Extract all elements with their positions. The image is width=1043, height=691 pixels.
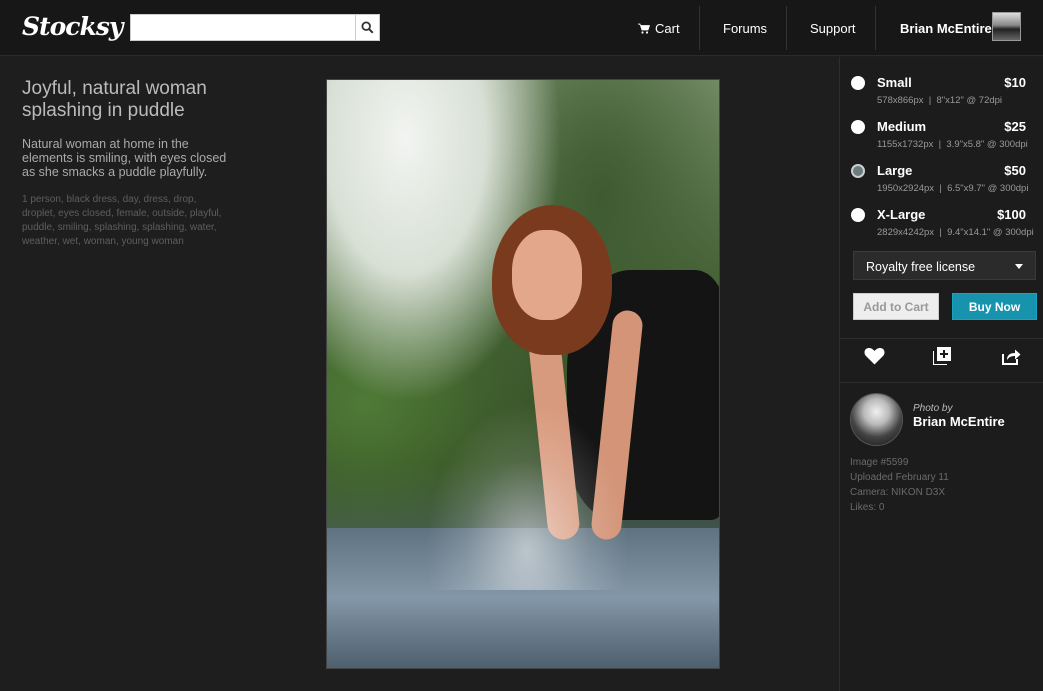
- share-icon: [1001, 349, 1020, 365]
- share-button[interactable]: [1000, 345, 1022, 367]
- buy-now-button[interactable]: Buy Now: [952, 293, 1037, 320]
- image-number: Image #5599: [850, 457, 909, 468]
- size-name: Large: [877, 163, 913, 178]
- add-to-collection-button[interactable]: [931, 345, 953, 367]
- main-photo[interactable]: [326, 79, 720, 669]
- nav-support[interactable]: Support: [810, 6, 856, 50]
- divider: [840, 338, 1043, 339]
- user-avatar[interactable]: [992, 12, 1021, 41]
- purchase-sidebar: Small $10 578x866px | 8"x12" @ 72dpi Med…: [839, 57, 1043, 691]
- size-spec: 2829x4242px | 9.4"x14.1" @ 300dpi: [877, 227, 1034, 238]
- heart-icon: [864, 347, 884, 365]
- cart-icon: [638, 23, 650, 34]
- chevron-down-icon: [1015, 264, 1023, 269]
- size-name: Small: [877, 75, 912, 90]
- size-name: Medium: [877, 119, 927, 134]
- nav-divider: [786, 6, 787, 50]
- search-icon: [361, 21, 374, 34]
- image-metadata: Image #5599 Uploaded February 11 Camera:…: [850, 455, 949, 515]
- like-button[interactable]: [863, 345, 885, 367]
- size-name: X-Large: [877, 207, 926, 222]
- image-description: Natural woman at home in the elements is…: [22, 137, 227, 179]
- size-price: $50: [1004, 163, 1026, 178]
- photo-splash: [417, 390, 637, 590]
- search-input[interactable]: [131, 15, 356, 40]
- size-radio[interactable]: [851, 76, 865, 90]
- search-button[interactable]: [355, 15, 379, 40]
- nav-cart-label: Cart: [655, 20, 680, 36]
- size-price: $100: [997, 207, 1026, 222]
- photographer-name[interactable]: Brian McEntire: [913, 414, 1005, 429]
- size-price: $25: [1004, 119, 1026, 134]
- image-tags: 1 person, black dress, day, dress, drop,…: [22, 194, 222, 247]
- nav-cart[interactable]: Cart: [638, 6, 680, 50]
- size-radio[interactable]: [851, 120, 865, 134]
- size-spec: 1950x2924px | 6.5"x9.7" @ 300dpi: [877, 183, 1029, 194]
- size-radio[interactable]: [851, 208, 865, 222]
- size-spec: 578x866px | 8"x12" @ 72dpi: [877, 95, 1003, 106]
- camera-model: Camera: NIKON D3X: [850, 487, 946, 498]
- nav-divider: [699, 6, 700, 50]
- size-spec: 1155x1732px | 3.9"x5.8" @ 300dpi: [877, 139, 1028, 150]
- photo-by-label: Photo by: [913, 403, 953, 414]
- size-option-x-large[interactable]: X-Large $100 2829x4242px | 9.4"x14.1" @ …: [840, 195, 1043, 239]
- nav-divider: [875, 6, 876, 50]
- image-title: Joyful, natural woman splashing in puddl…: [22, 78, 207, 121]
- likes-count: Likes: 0: [850, 502, 885, 513]
- license-select[interactable]: Royalty free license: [853, 251, 1036, 280]
- nav-forums[interactable]: Forums: [723, 6, 767, 50]
- size-radio-selected[interactable]: [851, 164, 865, 178]
- search-box: [130, 14, 380, 41]
- divider: [840, 382, 1043, 383]
- upload-date: Uploaded February 11: [850, 472, 949, 483]
- photo-figure-face: [512, 230, 582, 320]
- photographer-avatar[interactable]: [850, 393, 903, 446]
- size-price: $10: [1004, 75, 1026, 90]
- top-navigation-bar: Stocksy Cart Forums Support Brian McEnti…: [0, 0, 1043, 56]
- add-to-cart-button[interactable]: Add to Cart: [853, 293, 939, 320]
- size-option-large[interactable]: Large $50 1950x2924px | 6.5"x9.7" @ 300d…: [840, 151, 1043, 195]
- nav-user-name[interactable]: Brian McEntire: [900, 6, 992, 50]
- license-select-value: Royalty free license: [866, 260, 976, 274]
- image-info-panel: Joyful, natural woman splashing in puddl…: [22, 78, 232, 249]
- size-option-medium[interactable]: Medium $25 1155x1732px | 3.9"x5.8" @ 300…: [840, 107, 1043, 151]
- add-to-collection-icon: [933, 347, 951, 365]
- size-option-small[interactable]: Small $10 578x866px | 8"x12" @ 72dpi: [840, 63, 1043, 107]
- stocksy-logo[interactable]: Stocksy: [22, 12, 123, 41]
